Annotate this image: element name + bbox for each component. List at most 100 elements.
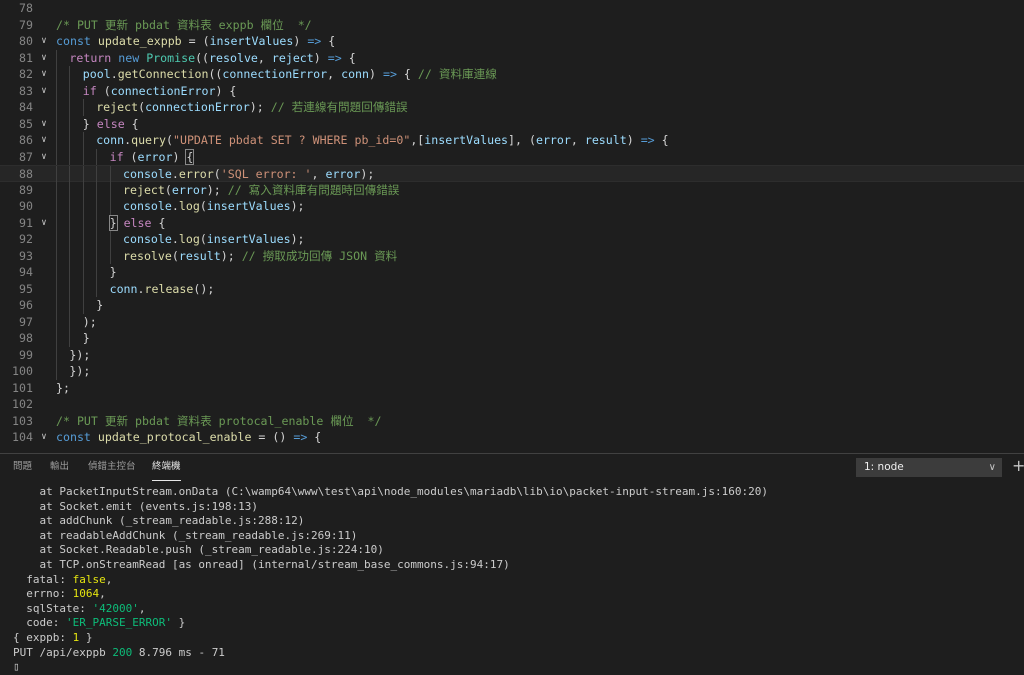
code-line[interactable]: 81 ∨ return new Promise((resolve, reject) … [0, 49, 1024, 67]
fold-chevron-icon[interactable]: ∨ [38, 66, 50, 83]
indent-guide [96, 231, 98, 248]
terminal-text: 200 [112, 645, 133, 659]
indent-guide [69, 247, 71, 264]
line-number: 89 [19, 182, 33, 197]
code-text: /* PUT 更新 pbdat 資料表 protocal_enable 欄位 *… [56, 413, 381, 430]
code-token: ], ( [508, 133, 536, 147]
code-line[interactable]: 95 conn.release(); [0, 280, 1024, 297]
code-text: }); [69, 363, 90, 380]
code-text: } [83, 330, 90, 347]
code-line[interactable]: 98} [0, 330, 1024, 347]
code-line[interactable]: 97); [0, 313, 1024, 330]
line-number: 85 [19, 116, 33, 131]
code-token: Promise [146, 50, 196, 65]
indent-guide [56, 166, 57, 183]
terminal-output[interactable]: at PacketInputStream.onData (C:\wamp64\w… [13, 485, 1018, 673]
code-line[interactable]: 101}; [0, 380, 1024, 397]
terminal-text: code: [13, 616, 66, 630]
line-number: 81 [19, 50, 33, 65]
code-text: if (connectionError) { [83, 83, 237, 100]
code-line[interactable]: 91 ∨} else { [0, 214, 1024, 232]
code-token: const [56, 34, 91, 48]
indent-guide [56, 66, 57, 83]
line-number: 101 [12, 380, 33, 395]
code-line[interactable]: 99}); [0, 346, 1024, 363]
code-line[interactable]: 94} [0, 264, 1024, 281]
code-line[interactable]: 103 /* PUT 更新 pbdat 資料表 protocal_enable 欄… [0, 413, 1024, 430]
indent-guide [82, 166, 84, 183]
terminal-line: fatal: false, [13, 573, 112, 588]
code-token: ); [249, 100, 271, 114]
terminal-line: { exppb: 1 } [13, 631, 92, 646]
fold-chevron-icon[interactable]: ∨ [38, 132, 50, 149]
line-number: 104 [12, 430, 33, 444]
indent-guide [109, 166, 111, 183]
code-token: } [108, 214, 118, 231]
code-token: ( [213, 167, 221, 181]
indent-guide [56, 280, 57, 297]
code-line[interactable]: 85 ∨} else { [0, 115, 1024, 133]
code-line[interactable]: 100}); [0, 363, 1024, 380]
panel-tab[interactable]: 偵錯主控台 [88, 454, 136, 480]
fold-chevron-icon[interactable]: ∨ [38, 116, 50, 133]
indent-guide [69, 115, 71, 132]
code-line[interactable]: 102 [0, 396, 1024, 413]
panel-tab[interactable]: 終端機 [152, 454, 181, 481]
indent-guide [82, 99, 84, 116]
code-line[interactable]: 88 console.error('SQL error: ', error); [0, 165, 1024, 183]
code-line[interactable]: 78 [0, 0, 1024, 17]
indent-guide [82, 247, 84, 264]
indent-guide [96, 198, 98, 215]
indent-guide [82, 148, 84, 165]
code-token: result [178, 248, 221, 263]
code-line[interactable]: 104 ∨ const update_protocal_enable = () =>… [0, 429, 1024, 446]
fold-chevron-icon[interactable]: ∨ [38, 429, 50, 446]
code-token: }); [69, 347, 91, 362]
fold-chevron-icon[interactable]: ∨ [38, 33, 50, 50]
indent-guide [56, 346, 57, 363]
code-token: ( [96, 83, 111, 98]
code-token: ) [626, 133, 641, 147]
code-line[interactable]: 93 resolve(result); // 撈取成功回傳 JSON 資料 [0, 247, 1024, 264]
code-line[interactable]: 80 ∨ const update_exppb = (insertValues) =… [0, 33, 1024, 50]
code-line[interactable]: 86 ∨ conn.query("UPDATE pbdat SET ? WHERE … [0, 132, 1024, 149]
terminal-text: errno: [13, 587, 73, 601]
code-editor[interactable]: 78 79 /* PUT 更新 pbdat 資料表 exppb 欄位 */ 80 ∨ co… [0, 0, 1024, 453]
indent-guide [69, 166, 71, 183]
code-line[interactable]: 83 ∨ if (connectionError) { [0, 82, 1024, 100]
panel-tab[interactable]: 輸出 [50, 454, 69, 480]
indent-guide [69, 66, 71, 83]
code-line[interactable]: 87 ∨ if (error) { [0, 148, 1024, 166]
code-text: } [96, 297, 103, 314]
indent-guide [56, 247, 57, 264]
code-token: . [171, 232, 179, 246]
code-token: getConnection [117, 67, 209, 81]
code-line[interactable]: 84 reject(connectionError); // 若連線有問題回傳錯誤 [0, 99, 1024, 116]
fold-chevron-icon[interactable]: ∨ [38, 50, 50, 67]
code-token: update_exppb [97, 34, 182, 48]
code-line[interactable]: 96} [0, 297, 1024, 314]
code-line[interactable]: 82 ∨ pool.getConnection((connectionError, … [0, 66, 1024, 83]
code-line[interactable]: 92 console.log(insertValues); [0, 231, 1024, 248]
indent-guide [82, 280, 84, 297]
panel-tab[interactable]: 問題 [13, 454, 32, 480]
line-number: 90 [19, 199, 33, 213]
code-token: update_protocal_enable [97, 430, 252, 444]
terminal-text: at TCP.onStreamRead [as onread] (interna… [13, 558, 510, 571]
code-token: "UPDATE pbdat SET ? WHERE pb_id=0" [172, 133, 411, 147]
new-terminal-plus-icon[interactable]: + [1012, 455, 1024, 477]
indent-guide [69, 99, 71, 116]
indent-guide [56, 297, 57, 314]
fold-chevron-icon[interactable]: ∨ [38, 215, 50, 232]
fold-chevron-icon[interactable]: ∨ [38, 149, 50, 166]
indent-guide [56, 264, 57, 281]
code-token: ) [293, 34, 308, 48]
code-token: pool [82, 67, 111, 81]
line-number: 93 [19, 248, 33, 263]
code-line[interactable]: 89 reject(error); // 寫入資料庫有問題時回傳錯誤 [0, 181, 1024, 198]
indent-guide [56, 132, 57, 149]
terminal-select-dropdown[interactable]: 1: node ∨ [856, 458, 1002, 477]
code-line[interactable]: 90 console.log(insertValues); [0, 198, 1024, 215]
code-line[interactable]: 79 /* PUT 更新 pbdat 資料表 exppb 欄位 */ [0, 17, 1024, 34]
fold-chevron-icon[interactable]: ∨ [38, 83, 50, 100]
